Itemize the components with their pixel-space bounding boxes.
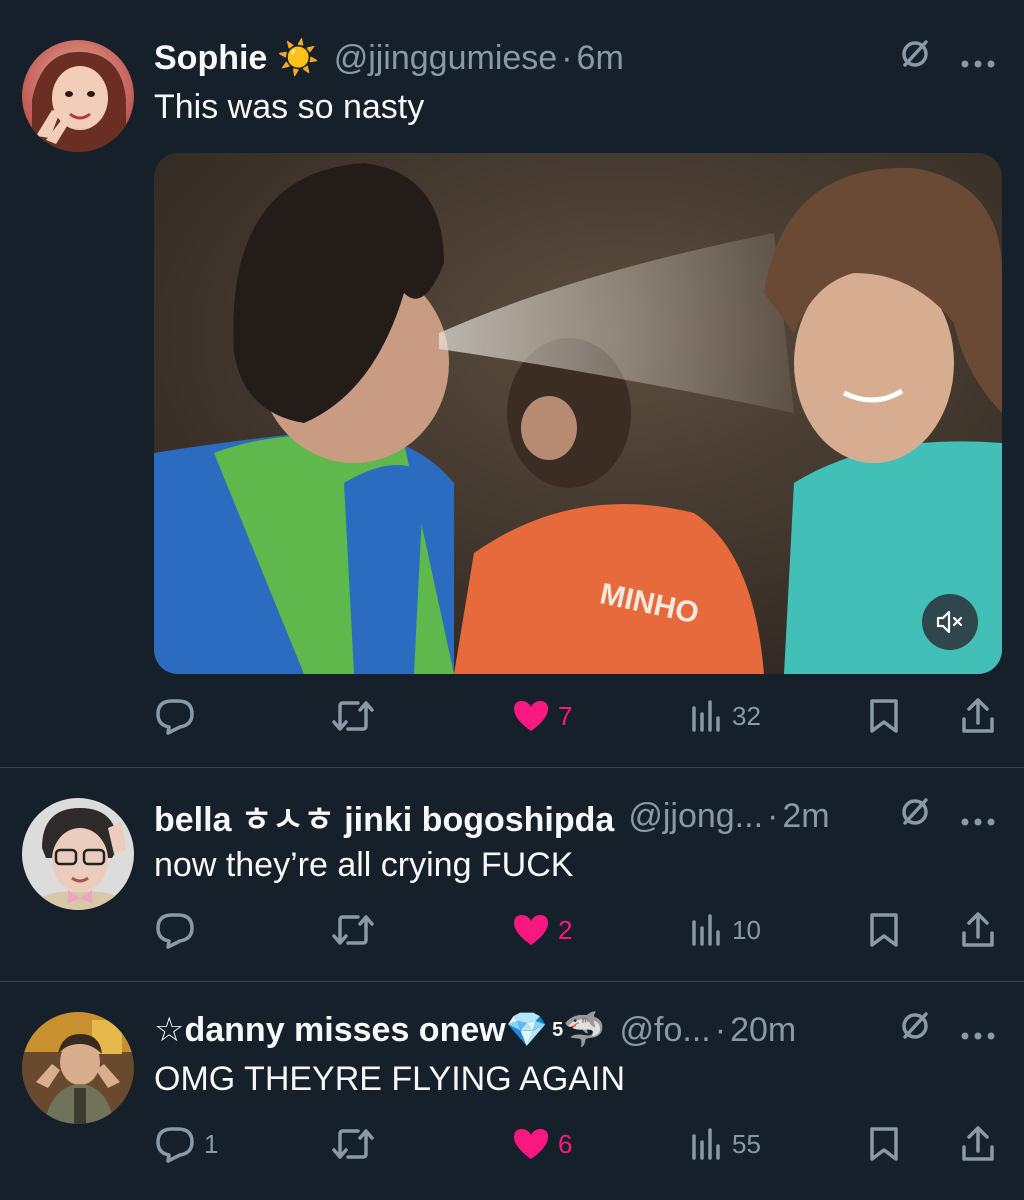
retweet-button[interactable] — [330, 1122, 384, 1166]
superscript-five: 5 — [552, 1018, 564, 1041]
bookmark-button[interactable] — [868, 908, 900, 952]
views-button[interactable]: 10 — [690, 908, 761, 952]
grok-icon[interactable] — [898, 1009, 932, 1052]
views-count: 10 — [732, 914, 761, 945]
tweet-text: now they’re all crying FUCK — [154, 846, 574, 884]
like-count: 2 — [558, 914, 573, 945]
reply-button[interactable] — [154, 694, 204, 738]
timestamp[interactable]: 2m — [782, 797, 829, 836]
video-media[interactable]: MINHO — [154, 153, 1002, 674]
more-icon[interactable] — [960, 1011, 996, 1050]
avatar[interactable] — [22, 798, 134, 910]
avatar[interactable] — [22, 40, 134, 152]
tweet[interactable]: ☆danny misses onew 💎 5 🦈 @fo... · 20m OM… — [0, 982, 1024, 1200]
separator: · — [714, 1010, 727, 1049]
timestamp[interactable]: 6m — [577, 39, 624, 78]
display-name[interactable]: ☆danny misses onew — [154, 1010, 506, 1050]
more-icon[interactable] — [960, 797, 996, 836]
bookmark-button[interactable] — [868, 1122, 900, 1166]
retweet-button[interactable] — [330, 908, 384, 952]
separator: · — [561, 38, 573, 77]
avatar[interactable] — [22, 1012, 134, 1124]
username[interactable]: @jjong... — [628, 797, 763, 836]
tweet[interactable]: bella ㅎㅅㅎ jinki bogoshipda @jjong... · 2… — [0, 768, 1024, 982]
tweet-header: ☆danny misses onew 💎 5 🦈 @fo... · 20m — [154, 1008, 1024, 1052]
reply-button[interactable] — [154, 908, 204, 952]
like-count: 7 — [558, 700, 573, 731]
like-button[interactable]: 6 — [512, 1122, 572, 1166]
display-name[interactable]: bella ㅎㅅㅎ jinki bogoshipda — [154, 792, 614, 841]
timestamp[interactable]: 20m — [730, 1011, 796, 1050]
views-button[interactable]: 32 — [690, 694, 761, 738]
shark-emoji: 🦈 — [563, 1011, 606, 1049]
tweet-text: This was so nasty — [154, 88, 425, 126]
views-button[interactable]: 55 — [690, 1122, 761, 1166]
tweet-actions: 2 10 — [154, 908, 1024, 952]
username[interactable]: @jjinggumiese — [334, 39, 558, 78]
grok-icon[interactable] — [898, 795, 932, 838]
views-count: 55 — [732, 1128, 761, 1159]
tweet[interactable]: Sophie ☀️ @jjinggumiese · 6m This was so… — [0, 0, 1024, 768]
like-count: 6 — [558, 1128, 573, 1159]
separator: · — [767, 796, 779, 835]
tweet-actions: 1 6 55 — [154, 1122, 1024, 1166]
share-button[interactable] — [960, 1122, 996, 1166]
like-button[interactable]: 7 — [512, 694, 572, 738]
share-button[interactable] — [960, 908, 996, 952]
views-count: 32 — [732, 700, 761, 731]
tweet-actions: 7 32 — [154, 694, 1024, 738]
tweet-header: bella ㅎㅅㅎ jinki bogoshipda @jjong... · 2… — [154, 792, 1024, 841]
gem-emoji: 💎 — [505, 1011, 549, 1049]
header-icons — [898, 37, 996, 80]
reply-button[interactable]: 1 — [154, 1122, 218, 1166]
bookmark-button[interactable] — [868, 694, 900, 738]
tweet-header: Sophie ☀️ @jjinggumiese · 6m — [154, 36, 1024, 80]
header-icons — [898, 795, 996, 838]
share-button[interactable] — [960, 694, 996, 738]
sun-emoji: ☀️ — [277, 39, 320, 77]
display-name[interactable]: Sophie — [154, 39, 267, 78]
reply-count: 1 — [204, 1128, 219, 1159]
username[interactable]: @fo... — [620, 1011, 711, 1050]
mute-button[interactable] — [922, 594, 978, 650]
header-icons — [898, 1009, 996, 1052]
grok-icon[interactable] — [898, 37, 932, 80]
more-icon[interactable] — [960, 39, 996, 78]
retweet-button[interactable] — [330, 694, 384, 738]
like-button[interactable]: 2 — [512, 908, 572, 952]
tweet-text: OMG THEYRE FLYING AGAIN — [154, 1060, 626, 1098]
